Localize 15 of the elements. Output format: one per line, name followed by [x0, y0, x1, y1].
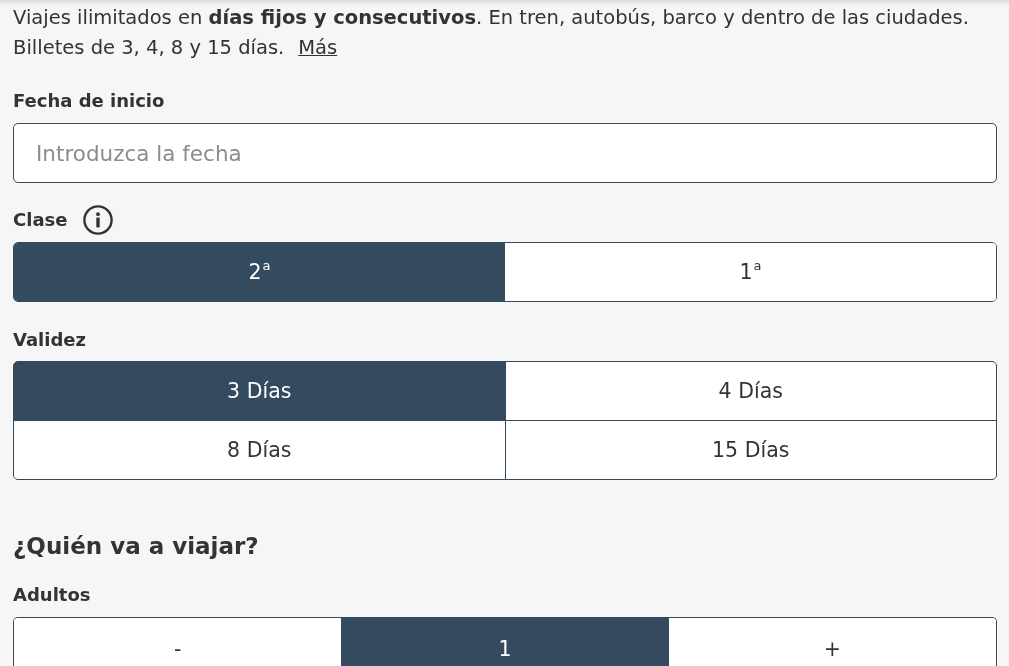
adult-count: 1 [341, 618, 669, 666]
field-label: Clase [13, 208, 68, 232]
intro-text: Viajes ilimitados en días fijos y consecutivos. En tren, autobús, barco y dentro de las ciudades. [13, 5, 969, 31]
validity-option[interactable]: 8 Días [14, 421, 505, 479]
class-option[interactable]: 2$^{a}$ [14, 243, 505, 301]
info-icon[interactable] [83, 205, 114, 235]
validity-option[interactable]: 15 Días [505, 421, 996, 479]
intro-text: Billetes de 3, 4, 8 y 15 días. Más [13, 35, 338, 61]
section-heading: ¿Quién va a viajar? [13, 532, 259, 561]
field-label: Validez [13, 328, 86, 352]
validity-option[interactable]: 4 Días [505, 362, 996, 420]
field-label: Adultos [13, 583, 91, 607]
date-input[interactable]: Introduzca la fecha [13, 123, 997, 183]
field-label: Fecha de inicio [13, 89, 165, 113]
more-link[interactable]: Más [298, 36, 338, 59]
